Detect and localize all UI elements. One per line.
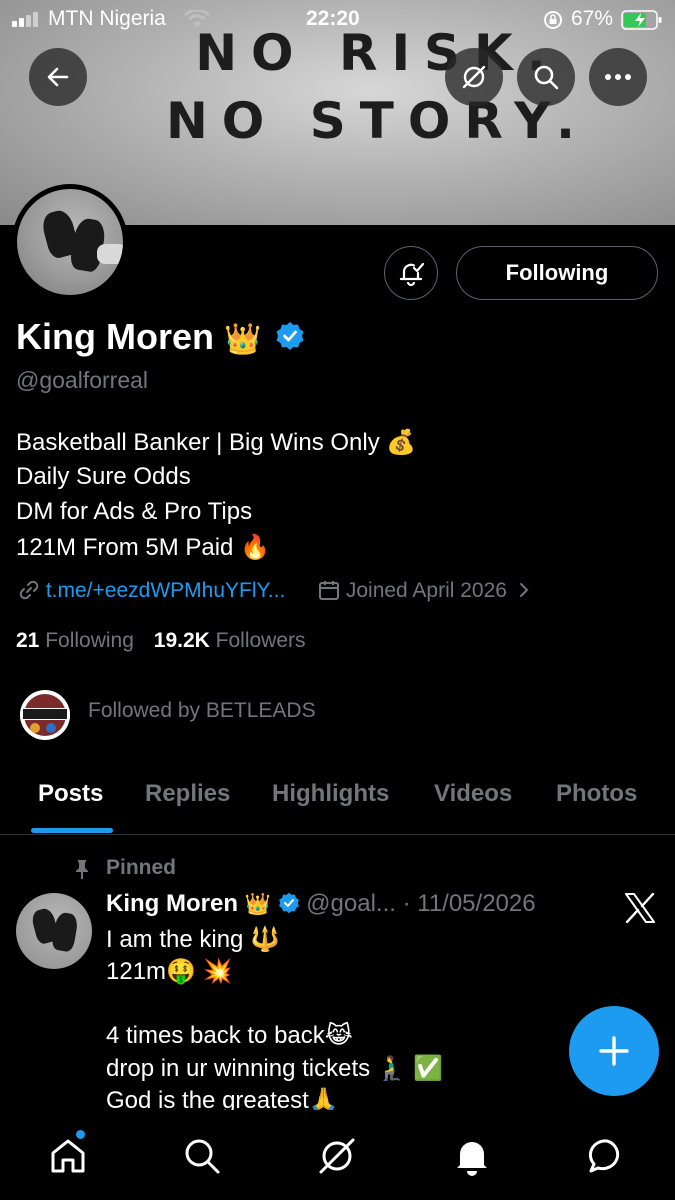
profile-link[interactable]: t.me/+eezdWPMhuYFlY... — [18, 579, 285, 603]
clock: 22:20 — [306, 7, 360, 30]
followers-count: 19.2K — [153, 629, 210, 652]
post-text-line: I am the king 🔱 — [106, 926, 280, 953]
followed-by-text[interactable]: Followed by BETLEADS — [88, 699, 316, 723]
bell-check-icon — [399, 262, 425, 287]
profile-name-text: King Moren — [16, 316, 214, 357]
profile-handle: @goalforreal — [16, 367, 149, 393]
following-button[interactable]: Following — [456, 246, 658, 300]
betleads-avatar[interactable] — [20, 690, 70, 740]
active-tab-indicator — [31, 828, 113, 833]
bio-line: Daily Sure Odds — [16, 463, 191, 490]
joined-date[interactable]: Joined April 2026 — [318, 579, 531, 603]
signal-icon — [12, 11, 42, 27]
more-options-button[interactable] — [589, 48, 647, 106]
home-notification-dot — [76, 1130, 85, 1139]
tab-posts[interactable]: Posts — [38, 780, 103, 808]
profile-tabs: Posts Replies Highlights Videos Photos — [0, 760, 675, 835]
tab-highlights[interactable]: Highlights — [272, 780, 389, 808]
follow-counts: 21 Following 19.2K Followers — [16, 629, 306, 653]
followers-label: Followers — [215, 629, 306, 652]
compose-post-button[interactable] — [569, 1006, 659, 1096]
post-text-line: drop in ur winning tickets 🧎‍♂️ ✅ — [106, 1055, 444, 1082]
verified-badge-icon — [278, 892, 299, 914]
following-count: 21 — [16, 629, 40, 652]
followers-count-link[interactable]: 19.2K Followers — [154, 629, 306, 652]
bottom-navigation — [0, 1110, 675, 1200]
link-icon — [19, 580, 39, 600]
nav-search[interactable] — [180, 1134, 224, 1178]
post-author-avatar[interactable] — [16, 893, 92, 969]
crown-emoji: 👑 — [244, 893, 271, 916]
home-icon — [51, 1139, 85, 1173]
profile-name: King Moren 👑 — [16, 316, 305, 358]
post-author-name[interactable]: King Moren — [106, 890, 238, 917]
nav-grok[interactable] — [315, 1134, 359, 1178]
battery-charging-icon — [621, 10, 662, 30]
bio-line: DM for Ads & Pro Tips — [16, 498, 253, 525]
post-text-line: 121m🤑 💥 — [106, 958, 233, 985]
tab-replies[interactable]: Replies — [145, 780, 230, 808]
arrow-left-icon — [47, 67, 69, 87]
bio-line: 121M From 5M Paid 🔥 — [16, 534, 270, 561]
tab-videos[interactable]: Videos — [434, 780, 512, 808]
following-label: Following — [45, 629, 134, 652]
grok-icon — [462, 65, 486, 89]
nav-messages[interactable] — [585, 1134, 629, 1178]
calendar-icon — [319, 581, 339, 600]
plus-icon — [599, 1036, 629, 1066]
grok-button[interactable] — [445, 48, 503, 106]
battery-percent: 67% — [571, 7, 614, 30]
profile-link-text[interactable]: t.me/+eezdWPMhuYFlY... — [46, 579, 285, 602]
orientation-lock-icon — [544, 11, 562, 29]
tab-photos[interactable]: Photos — [556, 780, 637, 808]
post-author-handle: @goal... — [306, 890, 396, 917]
profile-avatar[interactable] — [12, 184, 128, 300]
pin-icon — [76, 860, 88, 879]
message-bubble-icon — [588, 1139, 620, 1173]
grok-icon — [319, 1138, 355, 1174]
following-count-link[interactable]: 21 Following — [16, 629, 134, 652]
verified-badge-icon — [276, 322, 304, 350]
status-bar: MTN Nigeria 22:20 67% — [0, 0, 675, 38]
bio-line: Basketball Banker | Big Wins Only 💰 — [16, 429, 417, 456]
search-icon — [185, 1139, 220, 1174]
bell-icon — [457, 1142, 487, 1176]
joined-text: Joined April 2026 — [345, 579, 507, 602]
post-header: King Moren 👑 @goal... · 11/05/2026 — [106, 890, 536, 918]
banner-text-line2: NO STORY. — [165, 92, 590, 150]
pinned-label: Pinned — [106, 856, 177, 879]
more-dots-icon — [605, 74, 631, 80]
crown-emoji: 👑 — [224, 323, 262, 356]
wifi-icon — [184, 10, 210, 27]
carrier-name: MTN Nigeria — [48, 7, 166, 30]
nav-notifications[interactable] — [450, 1134, 494, 1178]
post-text-line: 4 times back to back😹 — [106, 1022, 353, 1049]
notifications-bell-button[interactable] — [384, 246, 438, 300]
post-date: · 11/05/2026 — [402, 890, 536, 917]
search-button[interactable] — [517, 48, 575, 106]
search-icon — [534, 65, 559, 90]
nav-home[interactable] — [46, 1134, 90, 1178]
x-logo-icon[interactable] — [624, 893, 656, 923]
back-button[interactable] — [29, 48, 87, 106]
chevron-right-icon — [519, 583, 529, 597]
